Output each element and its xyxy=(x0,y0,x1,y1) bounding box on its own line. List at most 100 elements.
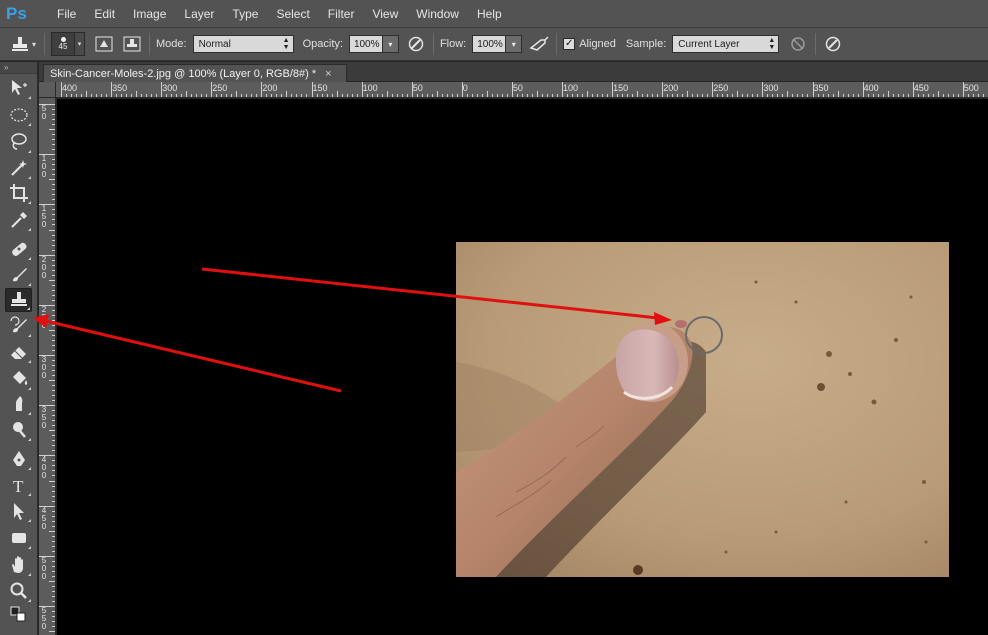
menu-window[interactable]: Window xyxy=(407,0,468,28)
mode-select[interactable]: Normal ▲ ▼ xyxy=(192,35,294,53)
ruler-tick xyxy=(872,94,874,97)
type-tool-button[interactable]: T xyxy=(5,473,32,497)
ruler-top-label: 50 xyxy=(512,83,523,93)
path-selection-tool-button[interactable] xyxy=(5,499,32,523)
tools-panel-collapse-button[interactable]: » xyxy=(0,62,37,74)
ruler-tick xyxy=(772,94,774,97)
lasso-tool-button[interactable] xyxy=(5,130,32,154)
chevron-down-icon: ▾ xyxy=(75,32,85,56)
ruler-tick xyxy=(501,94,503,97)
ruler-tick xyxy=(131,94,133,97)
pen-tool-button[interactable] xyxy=(5,447,32,471)
ruler-tick xyxy=(276,94,278,97)
ruler-tick xyxy=(52,595,55,597)
ruler-origin[interactable] xyxy=(39,82,56,98)
menu-edit[interactable]: Edit xyxy=(85,0,124,28)
ruler-tick xyxy=(111,82,113,97)
opacity-slider-toggle[interactable]: ▾ xyxy=(382,35,399,53)
airbrush-button[interactable] xyxy=(528,33,550,55)
healing-brush-tool-button[interactable] xyxy=(5,237,32,261)
brush-preset-picker[interactable]: 45 ▾ xyxy=(51,32,85,56)
sample-value: Current Layer xyxy=(678,38,740,50)
opacity-input[interactable]: 100% xyxy=(348,35,383,53)
chevron-down-icon: ▾ xyxy=(511,39,516,49)
skin-mole-photo xyxy=(456,242,949,577)
tool-group-indicator-icon xyxy=(28,519,31,522)
ruler-tick xyxy=(52,500,55,502)
magic-wand-tool-button[interactable] xyxy=(5,156,32,180)
tool-group-indicator-icon xyxy=(28,546,31,549)
lasso-tool-icon xyxy=(10,133,27,150)
sample-select[interactable]: Current Layer ▲ ▼ xyxy=(672,35,780,53)
clone-stamp-preset-picker[interactable]: ▾ xyxy=(8,33,38,55)
dodge-tool-button[interactable] xyxy=(5,418,32,442)
brush-tool-button[interactable] xyxy=(5,263,32,287)
zoom-tool-button[interactable] xyxy=(5,579,32,603)
menu-help[interactable]: Help xyxy=(468,0,511,28)
ignore-adjustment-layers-button[interactable] xyxy=(787,33,809,55)
toggle-brush-panel-button[interactable] xyxy=(93,33,115,55)
ruler-tick xyxy=(682,94,684,97)
opacity-label: Opacity: xyxy=(302,38,343,50)
flow-input[interactable]: 100% xyxy=(472,35,507,53)
opacity-pressure-button[interactable] xyxy=(405,33,427,55)
close-icon[interactable]: × xyxy=(325,68,331,80)
ruler-tick xyxy=(52,334,55,336)
paint-bucket-tool-button[interactable] xyxy=(5,367,32,391)
menu-image[interactable]: Image xyxy=(124,0,175,28)
ruler-tick xyxy=(391,94,393,97)
menu-type[interactable]: Type xyxy=(223,0,267,28)
ruler-tick xyxy=(476,94,478,97)
smudge-tool-button[interactable] xyxy=(5,392,32,416)
ruler-tick xyxy=(401,94,403,97)
menu-filter[interactable]: Filter xyxy=(319,0,364,28)
history-brush-tool-button[interactable] xyxy=(5,314,32,338)
aligned-checkbox[interactable]: ✓ Aligned xyxy=(563,38,622,50)
ruler-tick xyxy=(491,94,493,97)
ruler-tick xyxy=(49,430,55,432)
ruler-tick xyxy=(146,94,148,97)
menu-layer[interactable]: Layer xyxy=(175,0,223,28)
eraser-tool-button[interactable] xyxy=(5,340,32,364)
ruler-tick xyxy=(52,565,55,567)
ruler-tick xyxy=(281,94,283,97)
crop-tool-button[interactable] xyxy=(5,181,32,205)
ruler-tick xyxy=(867,94,869,97)
ruler-tick xyxy=(807,94,809,97)
elliptical-marquee-tool-button[interactable] xyxy=(5,103,32,127)
tool-group-indicator-icon xyxy=(28,438,31,441)
ruler-tick xyxy=(506,94,508,97)
separator xyxy=(556,33,558,55)
mode-value: Normal xyxy=(198,38,231,50)
eyedropper-tool-icon xyxy=(10,212,27,228)
ruler-tick xyxy=(582,94,584,97)
ruler-tick xyxy=(356,94,358,97)
hand-tool-button[interactable] xyxy=(5,553,32,577)
separator xyxy=(432,33,434,55)
default-colors-button[interactable] xyxy=(5,603,32,627)
ruler-tick xyxy=(496,94,498,97)
ruler-tick xyxy=(632,94,634,97)
ruler-tick xyxy=(556,94,558,97)
clone-stamp-tool-button[interactable] xyxy=(5,288,32,312)
document-canvas[interactable] xyxy=(57,99,988,635)
vertical-ruler[interactable]: 5 0 1 0 0 1 5 0 2 0 0 2 5 0 3 0 0 3 5 0 4 0 0 4 … xyxy=(39,98,56,635)
menu-file[interactable]: File xyxy=(48,0,85,28)
move-tool-button[interactable] xyxy=(5,76,32,100)
document-tab[interactable]: Skin-Cancer-Moles-2.jpg @ 100% (Layer 0,… xyxy=(43,64,347,82)
menu-view[interactable]: View xyxy=(363,0,407,28)
ruler-left-label: 5 0 xyxy=(41,104,47,121)
ruler-tick xyxy=(52,545,55,547)
ruler-tick xyxy=(241,94,243,97)
horizontal-ruler[interactable]: 400 350 300 250 200 150 100 50 0 50 100 150 200 250 30… xyxy=(56,82,988,98)
size-pressure-button[interactable] xyxy=(822,33,844,55)
ruler-tick xyxy=(922,94,924,97)
rectangle-tool-button[interactable] xyxy=(5,526,32,550)
toggle-clone-source-panel-button[interactable] xyxy=(121,33,143,55)
eyedropper-tool-button[interactable] xyxy=(5,208,32,232)
dodge-tool-icon xyxy=(12,422,26,438)
menu-select[interactable]: Select xyxy=(267,0,318,28)
flow-slider-toggle[interactable]: ▾ xyxy=(506,35,523,53)
ruler-tick xyxy=(306,94,308,97)
magic-wand-tool-icon xyxy=(10,160,27,176)
